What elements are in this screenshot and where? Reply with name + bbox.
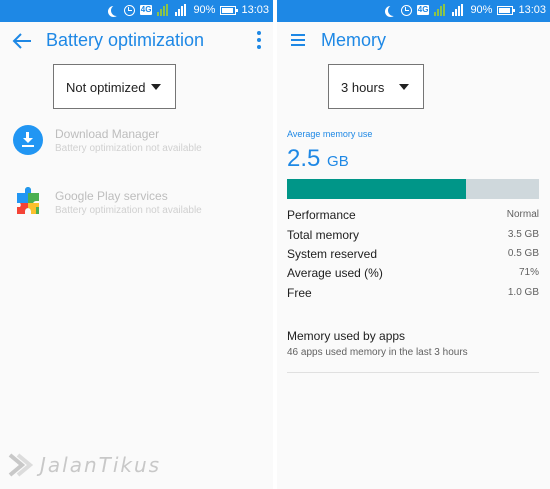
memory-used-by-apps-subtitle: 46 apps used memory in the last 3 hours [287, 347, 468, 358]
stat-name: System reserved [287, 247, 378, 261]
average-memory-label: Average memory use [287, 129, 373, 139]
app-list-item[interactable]: Download Manager Battery optimization no… [0, 125, 273, 177]
signal-icon-2 [452, 4, 465, 16]
app-bar: Memory [277, 22, 550, 60]
download-icon [13, 125, 43, 155]
more-options-icon[interactable] [257, 31, 261, 49]
stat-row: System reserved 0.5 GB [287, 247, 539, 266]
puzzle-icon [13, 187, 43, 217]
do-not-disturb-icon [388, 5, 399, 16]
stat-row: Performance Normal [287, 208, 539, 227]
do-not-disturb-icon [111, 5, 122, 16]
clock: 13:03 [518, 4, 546, 16]
stat-name: Performance [287, 208, 356, 222]
battery-percent: 90% [193, 4, 216, 16]
stat-name: Average used (%) [287, 266, 383, 280]
app-status: Battery optimization not available [55, 205, 202, 216]
stat-row: Total memory 3.5 GB [287, 228, 539, 247]
stat-row: Average used (%) 71% [287, 266, 539, 285]
time-range-dropdown[interactable]: 3 hours [328, 64, 424, 109]
status-bar: 4G 90% 13:03 [0, 0, 273, 22]
watermark-text: JalanTikus [40, 453, 162, 477]
dropdown-selected-value: Not optimized [66, 80, 146, 95]
memory-unit: GB [327, 153, 349, 170]
watermark-logo-icon [8, 453, 34, 477]
stat-value: 71% [518, 267, 539, 278]
app-list-item[interactable]: Google Play services Battery optimizatio… [0, 187, 273, 239]
watermark: JalanTikus [8, 451, 161, 479]
page-title: Battery optimization [46, 30, 205, 50]
signal-icon-2 [175, 4, 188, 16]
filter-dropdown[interactable]: Not optimized [53, 64, 176, 109]
network-type-badge: 4G [139, 5, 153, 15]
alarm-icon [400, 4, 412, 16]
signal-icon [434, 4, 447, 16]
memory-screen: 4G 90% 13:03 Memory 3 hours Average memo… [277, 0, 550, 489]
battery-percent: 90% [470, 4, 493, 16]
app-status: Battery optimization not available [55, 143, 202, 154]
back-arrow-icon[interactable] [12, 32, 32, 50]
memory-used-by-apps-title[interactable]: Memory used by apps [287, 329, 405, 343]
network-type-badge: 4G [416, 5, 430, 15]
battery-optimization-screen: 4G 90% 13:03 Battery optimization Not op… [0, 0, 273, 489]
dropdown-arrow-icon [151, 84, 161, 90]
stat-row: Free 1.0 GB [287, 286, 539, 305]
app-bar: Battery optimization [0, 22, 273, 60]
app-name: Download Manager [55, 127, 160, 141]
battery-icon [220, 5, 239, 15]
hamburger-menu-icon[interactable] [291, 34, 305, 46]
clock: 13:03 [241, 4, 269, 16]
alarm-icon [123, 4, 135, 16]
divider-line [287, 372, 539, 373]
stat-value: 3.5 GB [507, 229, 539, 240]
stat-value: 0.5 GB [507, 248, 539, 259]
memory-usage-fill [287, 179, 466, 199]
signal-icon [157, 4, 170, 16]
dropdown-selected-value: 3 hours [341, 80, 385, 95]
dropdown-arrow-icon [399, 84, 409, 90]
stat-name: Free [287, 286, 312, 300]
stat-value: Normal [506, 209, 539, 220]
stat-value: 1.0 GB [507, 287, 539, 298]
memory-usage-bar [287, 179, 539, 199]
page-title: Memory [321, 30, 387, 50]
status-bar: 4G 90% 13:03 [277, 0, 550, 22]
memory-amount: 2.5 [287, 145, 321, 172]
stat-name: Total memory [287, 228, 360, 242]
battery-icon [497, 5, 516, 15]
app-name: Google Play services [55, 189, 168, 203]
average-memory-value: 2.5 GB [287, 145, 349, 173]
